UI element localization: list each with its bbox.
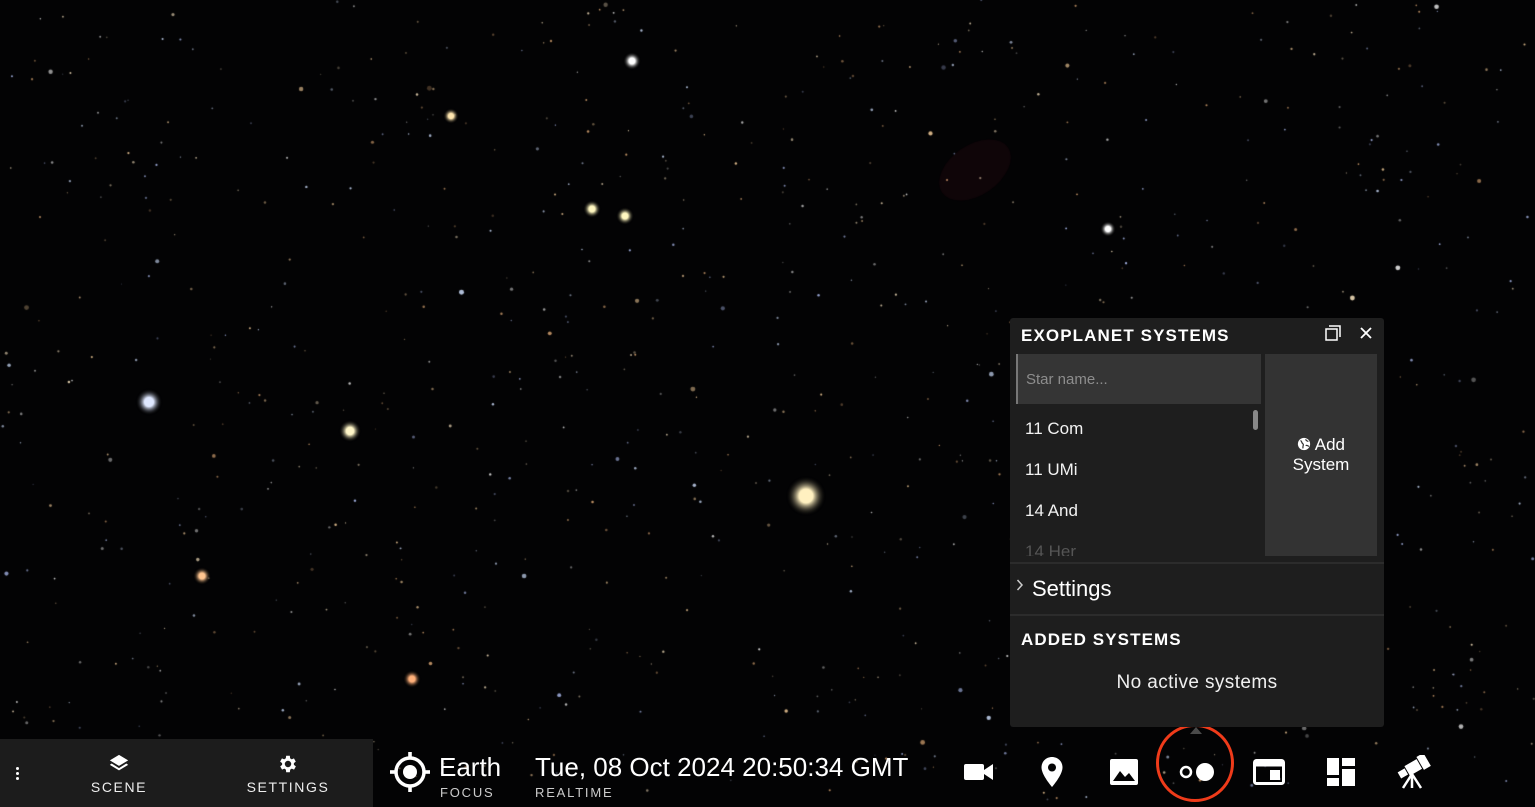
add-system-button[interactable]: Add System	[1265, 354, 1377, 556]
gear-icon	[280, 755, 296, 773]
bottom-left-bar: SCENE SETTINGS	[0, 739, 373, 807]
settings-label: Settings	[1032, 576, 1112, 601]
telescope-icon	[1397, 755, 1431, 789]
popout-window-icon	[1325, 325, 1341, 341]
divider	[1010, 562, 1384, 564]
chevron-right-icon	[1016, 579, 1024, 591]
star-list[interactable]: 11 Com 11 UMi 14 And 14 Her	[1016, 408, 1261, 556]
sidebar-item-settings[interactable]: SETTINGS	[233, 753, 343, 795]
exoplanet-systems-panel: EXOPLANET SYSTEMS 11 Com 11 UMi 14 And 1…	[1010, 318, 1384, 727]
popout-button[interactable]	[1324, 324, 1342, 342]
video-camera-button[interactable]	[959, 752, 999, 792]
list-item[interactable]: 14 Her	[1016, 531, 1261, 556]
time-mode-label: REALTIME	[535, 785, 614, 800]
list-item[interactable]: 14 And	[1016, 490, 1261, 531]
add-button-label-line1: Add	[1314, 435, 1346, 454]
divider	[1010, 614, 1384, 616]
exoplanet-systems-icon	[1179, 763, 1214, 781]
focus-label: FOCUS	[440, 785, 495, 800]
location-pin-icon	[1041, 757, 1063, 787]
star-name-search-input[interactable]	[1016, 354, 1261, 404]
close-button[interactable]	[1357, 324, 1375, 342]
list-item[interactable]: 11 UMi	[1016, 449, 1261, 490]
crosshair-icon	[390, 752, 430, 792]
sidebar-item-label: SETTINGS	[246, 779, 330, 795]
location-pin-button[interactable]	[1032, 752, 1072, 792]
layers-icon	[109, 754, 129, 771]
sidebar-item-scene[interactable]: SCENE	[64, 753, 174, 795]
settings-collapsible[interactable]: Settings	[1010, 565, 1384, 613]
panel-title: EXOPLANET SYSTEMS	[1021, 326, 1230, 345]
video-camera-icon	[964, 764, 993, 780]
time-display[interactable]: Tue, 08 Oct 2024 20:50:34 GMT REALTIME	[535, 752, 908, 800]
exoplanet-systems-button[interactable]	[1177, 752, 1217, 792]
list-scrollbar[interactable]	[1253, 410, 1258, 430]
sidebar-item-label: SCENE	[90, 779, 148, 795]
browser-window-button[interactable]	[1249, 752, 1289, 792]
focus-name: Earth	[439, 752, 502, 782]
image-button[interactable]	[1104, 752, 1144, 792]
add-button-label-line2: System	[1292, 455, 1350, 474]
list-item[interactable]: 11 Com	[1016, 408, 1261, 449]
image-icon	[1110, 759, 1138, 785]
telescope-button[interactable]	[1393, 752, 1433, 792]
added-systems-title: ADDED SYSTEMS	[1021, 630, 1182, 649]
globe-icon	[1297, 437, 1311, 451]
panel-pointer	[1190, 727, 1202, 734]
close-icon	[1360, 327, 1372, 339]
dashboard-icon	[1327, 758, 1355, 786]
vertical-dots-icon[interactable]	[11, 767, 23, 787]
empty-state-text: No active systems	[1116, 672, 1278, 693]
browser-window-icon	[1253, 759, 1285, 785]
dashboard-button[interactable]	[1321, 752, 1361, 792]
time-value: Tue, 08 Oct 2024 20:50:34 GMT	[535, 752, 909, 782]
